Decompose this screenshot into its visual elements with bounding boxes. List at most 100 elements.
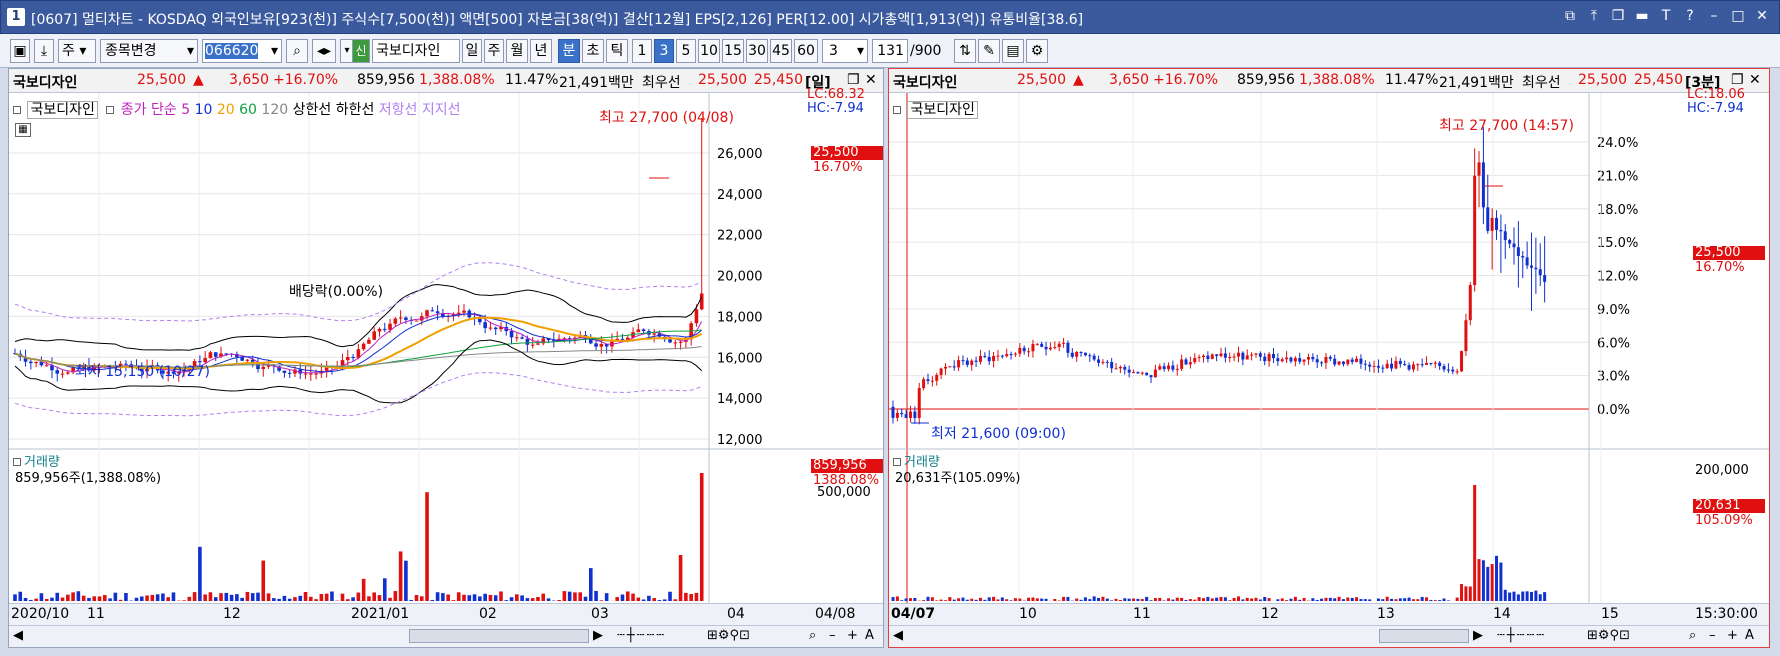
copy-window-icon[interactable]: ❐ bbox=[1609, 7, 1627, 25]
period-day[interactable]: 일 bbox=[462, 39, 482, 63]
plus-icon[interactable]: + bbox=[1727, 628, 1738, 643]
volume-bar bbox=[546, 598, 551, 601]
zoom-slider[interactable]: ┄┼┄┄┄ bbox=[1497, 628, 1546, 643]
volume-bar bbox=[1368, 599, 1372, 601]
volume-bar bbox=[1123, 598, 1127, 601]
horizontal-scrollbar[interactable]: ◀ ▶ ┄┼┄┄┄ ⊞⚙⚲⊡ ⌕ – + A bbox=[889, 625, 1769, 647]
minute-60[interactable]: 60 bbox=[794, 39, 818, 63]
period-minute[interactable]: 분 bbox=[558, 39, 580, 63]
volume-bar bbox=[689, 594, 693, 601]
period-month[interactable]: 월 bbox=[506, 39, 528, 63]
scroll-right-icon[interactable]: ▶ bbox=[1473, 628, 1483, 643]
stock-name-display[interactable]: 국보디자인 bbox=[372, 39, 460, 63]
zoom-out-icon[interactable]: ⌕ bbox=[809, 628, 816, 643]
zoom-out-icon[interactable]: ⌕ bbox=[1689, 628, 1696, 643]
scroll-thumb[interactable] bbox=[1379, 629, 1469, 643]
minute-45[interactable]: 45 bbox=[770, 39, 792, 63]
candle-body bbox=[488, 327, 493, 329]
minute-15[interactable]: 15 bbox=[722, 39, 744, 63]
indicator-icon[interactable]: ⇅ bbox=[954, 39, 976, 63]
font-size-icon[interactable]: A bbox=[1745, 628, 1754, 643]
candle-body bbox=[1438, 362, 1442, 367]
new-badge[interactable]: 신 bbox=[352, 39, 370, 63]
maximize-button[interactable]: □ bbox=[1729, 7, 1747, 25]
candle-body bbox=[1254, 353, 1258, 355]
volume-value-label: 859,956주(1,388.08%) bbox=[15, 471, 162, 486]
restore-icon[interactable]: ❐ bbox=[847, 72, 860, 88]
minute-10[interactable]: 10 bbox=[698, 39, 720, 63]
grid-toggle-icon[interactable]: ▦ bbox=[15, 123, 31, 137]
period-tick[interactable]: 틱 bbox=[606, 39, 628, 63]
period-second[interactable]: 초 bbox=[582, 39, 604, 63]
volume-bar bbox=[287, 598, 292, 601]
font-icon[interactable]: T bbox=[1657, 7, 1675, 25]
period-year[interactable]: 년 bbox=[530, 39, 552, 63]
volume-bar bbox=[377, 595, 382, 601]
panel-toggle-icon[interactable]: ▣ bbox=[10, 39, 30, 63]
scroll-right-icon[interactable]: ▶ bbox=[593, 628, 603, 643]
minus-icon[interactable]: – bbox=[829, 628, 836, 643]
candle-body bbox=[1206, 355, 1210, 359]
layout-icon[interactable]: ▬ bbox=[1633, 7, 1651, 25]
volume-bar bbox=[1403, 598, 1407, 601]
volume-bar bbox=[974, 599, 978, 601]
candle-body bbox=[1210, 354, 1214, 359]
scroll-left-icon[interactable]: ◀ bbox=[893, 628, 903, 643]
volume-bar bbox=[1315, 599, 1319, 601]
candle-body bbox=[1197, 357, 1201, 359]
volume-bar bbox=[1009, 600, 1013, 601]
window-controls: ⧉ ⤒ ❐ ▬ T ? – □ ✕ bbox=[1561, 7, 1771, 25]
candle-body bbox=[1110, 362, 1114, 369]
volume-bar bbox=[1499, 562, 1503, 601]
candle-body bbox=[509, 331, 514, 338]
candle-body bbox=[361, 343, 366, 350]
horizontal-scrollbar[interactable]: ◀ ▶ ┄┼┄┄┄ ⊞⚙⚲⊡ ⌕ – + A bbox=[9, 625, 883, 647]
volume-percent: 1,388.08% bbox=[1299, 72, 1375, 88]
code-kind-select[interactable]: 주 ▾ bbox=[58, 39, 96, 63]
scroll-left-icon[interactable]: ◀ bbox=[13, 628, 23, 643]
change-stock-select[interactable]: 종목변경 ▾ bbox=[100, 39, 198, 63]
settings-icon[interactable]: ⚙ bbox=[1026, 39, 1048, 63]
stock-code-input[interactable]: 066620 ▾ bbox=[202, 39, 282, 63]
volume-bar bbox=[256, 592, 260, 601]
close-pane-icon[interactable]: ✕ bbox=[865, 72, 877, 88]
candle-body bbox=[1013, 353, 1017, 355]
count-input[interactable]: 131 bbox=[872, 39, 908, 63]
sound-icon[interactable]: ◂▸ bbox=[312, 39, 336, 63]
minimize-button[interactable]: – bbox=[1705, 7, 1723, 25]
minute-5[interactable]: 5 bbox=[676, 39, 696, 63]
plus-icon[interactable]: + bbox=[847, 628, 858, 643]
volume-bar bbox=[282, 595, 287, 601]
volume-bar bbox=[303, 591, 308, 601]
y-tick-label: 14,000 bbox=[717, 392, 763, 407]
download-icon[interactable]: ⤓ bbox=[34, 39, 54, 63]
chart-tools-icon[interactable]: ⊞⚙⚲⊡ bbox=[1587, 628, 1630, 643]
minute-candlestick-chart[interactable]: 24.0% 21.0% 18.0% 15.0% 12.0% 9.0% 6.0% 3.0% 0.0… bbox=[889, 93, 1769, 603]
period-week[interactable]: 주 bbox=[484, 39, 504, 63]
close-pane-icon[interactable]: ✕ bbox=[1749, 72, 1761, 88]
volume-bar bbox=[939, 599, 943, 601]
zoom-slider[interactable]: ┄┼┄┄┄ bbox=[617, 628, 666, 643]
close-button[interactable]: ✕ bbox=[1753, 7, 1771, 25]
minus-icon[interactable]: – bbox=[1709, 628, 1716, 643]
volume-bar bbox=[345, 599, 350, 601]
save-icon[interactable]: ▤ bbox=[1002, 39, 1024, 63]
draw-tool-icon[interactable]: ✎ bbox=[978, 39, 1000, 63]
volume-bar bbox=[1219, 596, 1223, 601]
chart-tools-icon[interactable]: ⊞⚙⚲⊡ bbox=[707, 628, 750, 643]
font-size-icon[interactable]: A bbox=[865, 628, 874, 643]
help-icon[interactable]: ? bbox=[1681, 7, 1699, 25]
candle-body bbox=[398, 317, 403, 319]
volume-bar bbox=[965, 599, 969, 601]
scroll-thumb[interactable] bbox=[409, 629, 589, 643]
search-icon[interactable]: ⌕ bbox=[286, 39, 308, 63]
minute-3[interactable]: 3 bbox=[654, 39, 674, 63]
volume-bar bbox=[1027, 597, 1031, 601]
restore-icon[interactable]: ❐ bbox=[1731, 72, 1744, 88]
pin-icon[interactable]: ⤒ bbox=[1585, 7, 1603, 25]
minute-1[interactable]: 1 bbox=[632, 39, 652, 63]
link-window-icon[interactable]: ⧉ bbox=[1561, 7, 1579, 25]
minute-30[interactable]: 30 bbox=[746, 39, 768, 63]
interval-input[interactable]: 3 ▾ bbox=[822, 39, 868, 63]
daily-candlestick-chart[interactable]: 26,000 24,000 22,000 20,000 18,000 16,000 14,0… bbox=[9, 93, 885, 603]
